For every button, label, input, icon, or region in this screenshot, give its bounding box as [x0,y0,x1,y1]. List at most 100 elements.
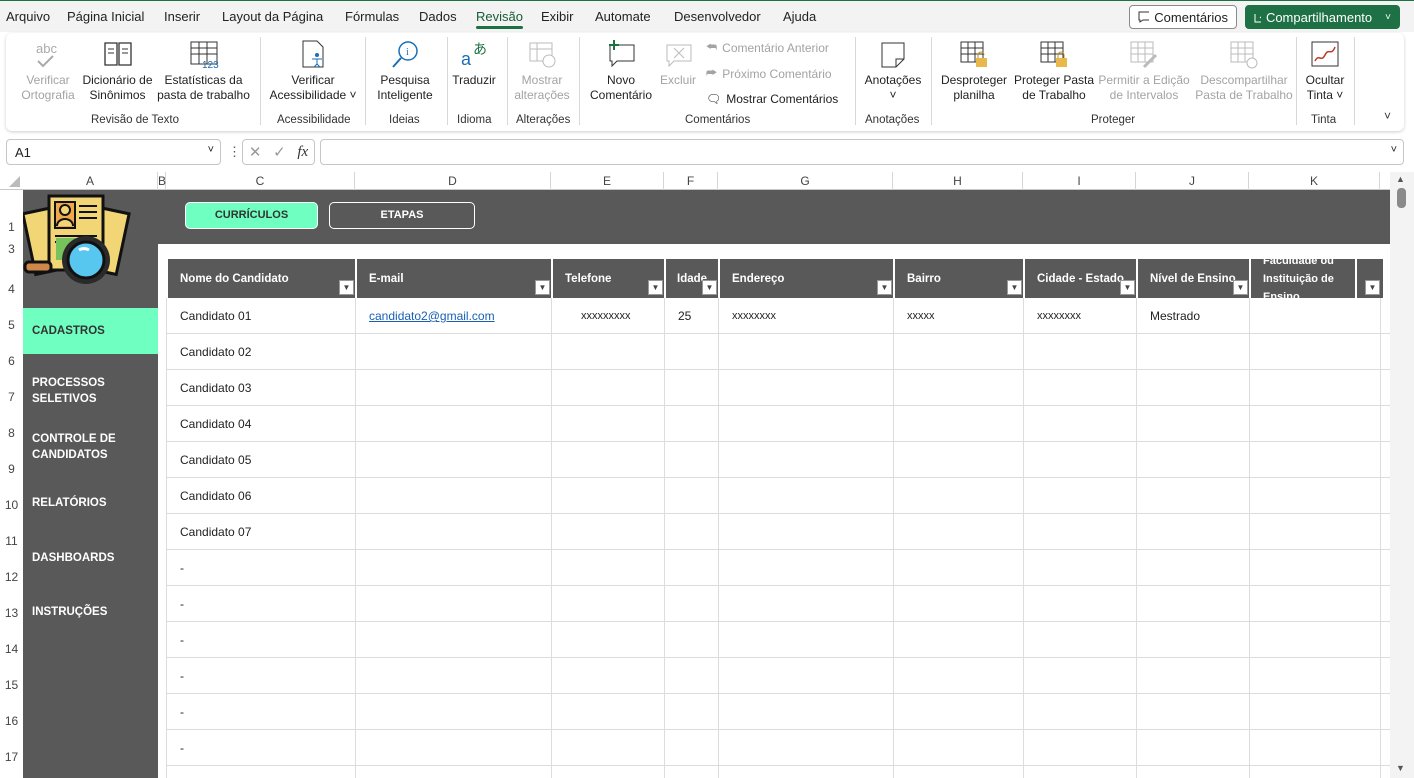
column-header-g[interactable]: G [718,172,893,190]
filter-dropdown-icon[interactable]: ▼ [648,280,663,295]
vertical-scrollbar[interactable]: ▲ ▼ [1390,172,1414,778]
cell-nome[interactable]: - [180,633,184,647]
nav-controle-candidatos[interactable]: CONTROLE DE CANDIDATOS [23,431,123,463]
cell-email-link[interactable]: candidato2@gmail.com [369,309,495,323]
nav-instrucoes[interactable]: INSTRUÇÕES [23,604,158,620]
more-options-icon[interactable]: ⋮ [228,144,241,160]
filter-dropdown-icon[interactable]: ▼ [1365,280,1380,295]
column-header-d[interactable]: D [355,172,551,190]
unprotect-sheet-button[interactable]: Desproteger planilha [938,39,1010,103]
enter-icon[interactable]: ✓ [273,143,286,161]
cell-telefone[interactable]: xxxxxxxxx [581,310,631,322]
menu-desenvolvedor[interactable]: Desenvolvedor [674,9,761,24]
smart-lookup-button[interactable]: i Pesquisa Inteligente [372,39,438,103]
next-comment-button[interactable]: ⮫ Próximo Comentário [706,66,832,81]
show-changes-button[interactable]: Mostrar alterações [512,39,572,103]
scrollbar-thumb[interactable] [1397,188,1406,208]
row-header[interactable]: 1 [0,220,23,234]
row-header[interactable]: 7 [0,390,23,404]
column-header-a[interactable]: A [23,172,158,190]
nav-processos-seletivos[interactable]: PROCESSOS SELETIVOS [23,375,113,407]
allow-edit-ranges-button[interactable]: Permitir a Edição de Intervalos [1096,39,1192,103]
share-button[interactable]: Compartilhamento ˅ [1245,5,1400,29]
cell-nome[interactable]: Candidato 02 [180,345,251,359]
cell-nome[interactable]: - [180,741,184,755]
nav-relatorios[interactable]: RELATÓRIOS [23,495,158,511]
filter-dropdown-icon[interactable]: ▼ [535,280,550,295]
ribbon-collapse-icon[interactable]: ˅ [1384,109,1391,123]
cell-nome[interactable]: Candidato 06 [180,489,251,503]
row-header[interactable]: 17 [0,750,23,764]
filter-dropdown-icon[interactable]: ▼ [1007,280,1022,295]
menu-ajuda[interactable]: Ajuda [783,9,816,24]
cell-nome[interactable]: - [180,705,184,719]
row-header[interactable]: 3 [0,242,23,256]
cell-nome[interactable]: Candidato 03 [180,381,251,395]
cell-idade[interactable]: 25 [678,309,691,323]
row-header[interactable]: 10 [0,498,23,512]
previous-comment-button[interactable]: ⮪ Comentário Anterior [706,40,829,55]
formula-input[interactable]: ˅ [320,139,1404,165]
unshare-workbook-button[interactable]: Descompartilhar Pasta de Trabalho [1192,39,1296,103]
row-header[interactable]: 6 [0,354,23,368]
menu-arquivo[interactable]: Arquivo [6,9,50,24]
column-header-i[interactable]: I [1023,172,1136,190]
chevron-down-icon[interactable]: ˅ [1391,144,1397,156]
protect-workbook-button[interactable]: Proteger Pasta de Trabalho [1012,39,1096,103]
scroll-down-icon[interactable]: ▼ [1396,763,1405,773]
tab-etapas[interactable]: ETAPAS [329,202,475,229]
show-comments-button[interactable]: 🗨 Mostrar Comentários [706,92,838,106]
cell-nivel[interactable]: Mestrado [1150,309,1200,323]
filter-dropdown-icon[interactable]: ▼ [1233,280,1248,295]
translate-button[interactable]: aあ Traduzir [452,39,496,88]
nav-cadastros[interactable]: CADASTROS [23,308,158,354]
new-comment-button[interactable]: Novo Comentário [586,39,656,103]
row-header[interactable]: 13 [0,606,23,620]
column-header-b[interactable]: B [158,172,166,190]
filter-dropdown-icon[interactable]: ▼ [339,280,354,295]
name-box[interactable]: A1 ˅ [6,139,221,165]
chevron-down-icon[interactable]: ˅ [208,144,214,156]
column-header-h[interactable]: H [893,172,1023,190]
cell-nome[interactable]: Candidato 01 [180,309,251,323]
row-header[interactable]: 5 [0,318,23,332]
filter-dropdown-icon[interactable]: ▼ [877,280,892,295]
menu-revisao[interactable]: Revisão [476,9,523,29]
menu-formulas[interactable]: Fórmulas [345,9,399,24]
row-header[interactable]: 14 [0,642,23,656]
thesaurus-button[interactable]: Dicionário de Sinônimos [80,39,155,103]
column-header-e[interactable]: E [551,172,664,190]
function-icon[interactable]: fx [297,144,308,161]
menu-dados[interactable]: Dados [419,9,457,24]
cell-endereco[interactable]: xxxxxxxx [732,310,776,322]
menu-layout[interactable]: Layout da Página [222,9,323,24]
cancel-icon[interactable]: ✕ [249,143,262,161]
spelling-button[interactable]: abc Verificar Ortografia [16,39,80,103]
column-header-c[interactable]: C [166,172,355,190]
column-header-f[interactable]: F [664,172,718,190]
select-all-corner[interactable] [0,172,23,190]
menu-exibir[interactable]: Exibir [541,9,574,24]
filter-dropdown-icon[interactable]: ▼ [1120,280,1135,295]
tab-curriculos[interactable]: CURRÍCULOS [185,202,318,229]
workbook-stats-button[interactable]: 123 Estatísticas da pasta de trabalho [156,39,251,103]
cell-nome[interactable]: - [180,669,184,683]
notes-button[interactable]: Anotações ˅ [862,39,924,103]
cell-nome[interactable]: - [180,561,184,575]
column-header-k[interactable]: K [1249,172,1380,190]
cell-bairro[interactable]: xxxxx [907,310,935,322]
cell-nome[interactable]: - [180,597,184,611]
row-header[interactable]: 16 [0,714,23,728]
cell-nome[interactable]: Candidato 04 [180,417,251,431]
accessibility-button[interactable]: Verificar Acessibilidade ˅ [268,39,358,103]
menu-automate[interactable]: Automate [595,9,651,24]
filter-dropdown-icon[interactable]: ▼ [702,280,717,295]
row-header[interactable]: 12 [0,570,23,584]
column-header-j[interactable]: J [1136,172,1249,190]
row-header[interactable]: 9 [0,462,23,476]
row-header[interactable]: 15 [0,678,23,692]
hide-ink-button[interactable]: Ocultar Tinta ˅ [1301,39,1349,103]
menu-pagina-inicial[interactable]: Página Inicial [67,9,144,24]
row-header[interactable]: 8 [0,426,23,440]
delete-comment-button[interactable]: Excluir [658,39,698,88]
